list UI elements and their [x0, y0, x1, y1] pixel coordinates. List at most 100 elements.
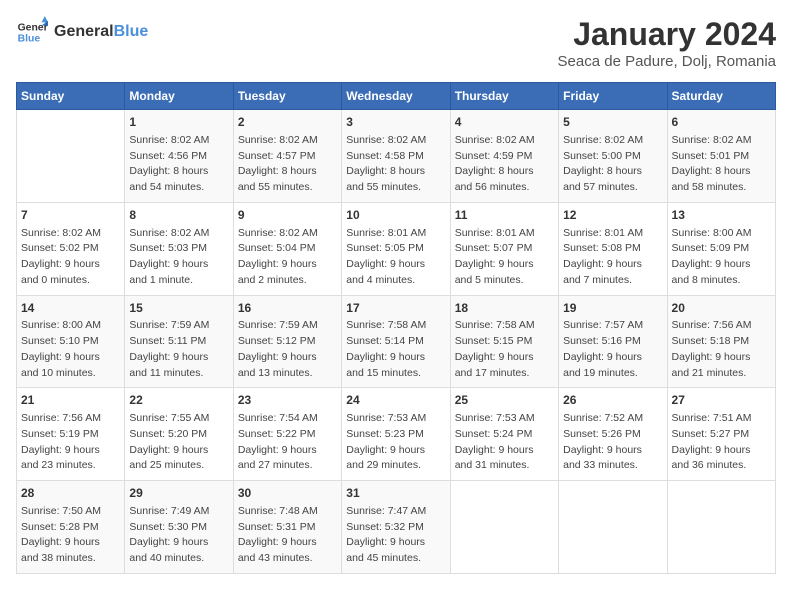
- day-cell: 18Sunrise: 7:58 AM Sunset: 5:15 PM Dayli…: [450, 295, 558, 388]
- day-cell: 29Sunrise: 7:49 AM Sunset: 5:30 PM Dayli…: [125, 481, 233, 574]
- day-info: Sunrise: 8:02 AM Sunset: 4:56 PM Dayligh…: [129, 133, 228, 196]
- day-cell: 14Sunrise: 8:00 AM Sunset: 5:10 PM Dayli…: [17, 295, 125, 388]
- day-cell: [17, 110, 125, 203]
- day-info: Sunrise: 7:51 AM Sunset: 5:27 PM Dayligh…: [672, 411, 771, 474]
- day-cell: 31 Sunrise: 7:47 AM Sunset: 5:32 PM Dayli…: [342, 481, 450, 574]
- day-cell: 15Sunrise: 7:59 AM Sunset: 5:11 PM Dayli…: [125, 295, 233, 388]
- day-info: Sunrise: 7:59 AM Sunset: 5:11 PM Dayligh…: [129, 318, 228, 381]
- day-cell: 17Sunrise: 7:58 AM Sunset: 5:14 PM Dayli…: [342, 295, 450, 388]
- day-cell: [559, 481, 667, 574]
- day-info: Sunrise: 8:02 AM Sunset: 5:02 PM Dayligh…: [21, 226, 120, 289]
- title-block: January 2024 Seaca de Padure, Dolj, Roma…: [558, 16, 776, 70]
- day-number: 19: [563, 300, 662, 317]
- day-cell: 5Sunrise: 8:02 AM Sunset: 5:00 PM Daylig…: [559, 110, 667, 203]
- day-number: 1: [129, 114, 228, 131]
- day-info: Sunrise: 8:02 AM Sunset: 4:57 PM Dayligh…: [238, 133, 337, 196]
- day-number: 12: [563, 207, 662, 224]
- day-cell: 25 Sunrise: 7:53 AM Sunset: 5:24 PM Dayli…: [450, 388, 558, 481]
- day-number: 27: [672, 392, 771, 409]
- day-cell: 3Sunrise: 8:02 AM Sunset: 4:58 PM Daylig…: [342, 110, 450, 203]
- day-info: Sunrise: 7:53 AM Sunset: 5:23 PM Dayligh…: [346, 411, 445, 474]
- week-row-1: 1 Sunrise: 8:02 AM Sunset: 4:56 PM Daylig…: [17, 110, 776, 203]
- day-cell: [450, 481, 558, 574]
- day-cell: 27 Sunrise: 7:51 AM Sunset: 5:27 PM Dayli…: [667, 388, 775, 481]
- day-cell: 12 Sunrise: 8:01 AM Sunset: 5:08 PM Dayli…: [559, 202, 667, 295]
- day-number: 15: [129, 300, 228, 317]
- header-cell-friday: Friday: [559, 83, 667, 110]
- day-number: 5: [563, 114, 662, 131]
- week-row-2: 7 Sunrise: 8:02 AM Sunset: 5:02 PM Daylig…: [17, 202, 776, 295]
- day-info: Sunrise: 7:58 AM Sunset: 5:15 PM Dayligh…: [455, 318, 554, 381]
- day-info: Sunrise: 7:58 AM Sunset: 5:14 PM Dayligh…: [346, 318, 445, 381]
- header-cell-saturday: Saturday: [667, 83, 775, 110]
- day-info: Sunrise: 7:47 AM Sunset: 5:32 PM Dayligh…: [346, 504, 445, 567]
- day-number: 10: [346, 207, 445, 224]
- day-info: Sunrise: 7:56 AM Sunset: 5:19 PM Dayligh…: [21, 411, 120, 474]
- day-number: 30: [238, 485, 337, 502]
- day-cell: 4 Sunrise: 8:02 AM Sunset: 4:59 PM Daylig…: [450, 110, 558, 203]
- day-info: Sunrise: 7:53 AM Sunset: 5:24 PM Dayligh…: [455, 411, 554, 474]
- day-number: 7: [21, 207, 120, 224]
- calendar-table: SundayMondayTuesdayWednesdayThursdayFrid…: [16, 82, 776, 574]
- day-cell: 19Sunrise: 7:57 AM Sunset: 5:16 PM Dayli…: [559, 295, 667, 388]
- day-cell: 1 Sunrise: 8:02 AM Sunset: 4:56 PM Daylig…: [125, 110, 233, 203]
- day-cell: 23 Sunrise: 7:54 AM Sunset: 5:22 PM Dayli…: [233, 388, 341, 481]
- day-info: Sunrise: 8:02 AM Sunset: 5:01 PM Dayligh…: [672, 133, 771, 196]
- day-cell: 22Sunrise: 7:55 AM Sunset: 5:20 PM Dayli…: [125, 388, 233, 481]
- day-number: 20: [672, 300, 771, 317]
- day-number: 24: [346, 392, 445, 409]
- day-number: 25: [455, 392, 554, 409]
- day-info: Sunrise: 8:02 AM Sunset: 4:59 PM Dayligh…: [455, 133, 554, 196]
- logo-text: GeneralBlue: [54, 23, 148, 41]
- calendar-header: SundayMondayTuesdayWednesdayThursdayFrid…: [17, 83, 776, 110]
- day-number: 18: [455, 300, 554, 317]
- day-number: 4: [455, 114, 554, 131]
- logo-icon: General Blue: [16, 16, 48, 48]
- day-info: Sunrise: 8:02 AM Sunset: 5:04 PM Dayligh…: [238, 226, 337, 289]
- month-title: January 2024: [558, 16, 776, 53]
- logo: General Blue GeneralBlue: [16, 16, 148, 48]
- day-number: 31: [346, 485, 445, 502]
- day-info: Sunrise: 7:48 AM Sunset: 5:31 PM Dayligh…: [238, 504, 337, 567]
- calendar-body: 1 Sunrise: 8:02 AM Sunset: 4:56 PM Daylig…: [17, 110, 776, 574]
- day-info: Sunrise: 7:49 AM Sunset: 5:30 PM Dayligh…: [129, 504, 228, 567]
- day-number: 21: [21, 392, 120, 409]
- header-row: SundayMondayTuesdayWednesdayThursdayFrid…: [17, 83, 776, 110]
- day-number: 13: [672, 207, 771, 224]
- day-cell: 9 Sunrise: 8:02 AM Sunset: 5:04 PM Daylig…: [233, 202, 341, 295]
- logo-general: General: [54, 23, 114, 40]
- day-cell: 10 Sunrise: 8:01 AM Sunset: 5:05 PM Dayli…: [342, 202, 450, 295]
- svg-text:General: General: [18, 22, 48, 33]
- day-info: Sunrise: 7:52 AM Sunset: 5:26 PM Dayligh…: [563, 411, 662, 474]
- day-cell: 8Sunrise: 8:02 AM Sunset: 5:03 PM Daylig…: [125, 202, 233, 295]
- header-cell-wednesday: Wednesday: [342, 83, 450, 110]
- day-number: 22: [129, 392, 228, 409]
- day-info: Sunrise: 7:50 AM Sunset: 5:28 PM Dayligh…: [21, 504, 120, 567]
- day-number: 26: [563, 392, 662, 409]
- header-cell-sunday: Sunday: [17, 83, 125, 110]
- location-subtitle: Seaca de Padure, Dolj, Romania: [558, 53, 776, 70]
- day-info: Sunrise: 8:02 AM Sunset: 4:58 PM Dayligh…: [346, 133, 445, 196]
- day-cell: 21 Sunrise: 7:56 AM Sunset: 5:19 PM Dayli…: [17, 388, 125, 481]
- day-number: 11: [455, 207, 554, 224]
- day-cell: 13 Sunrise: 8:00 AM Sunset: 5:09 PM Dayli…: [667, 202, 775, 295]
- day-info: Sunrise: 8:01 AM Sunset: 5:07 PM Dayligh…: [455, 226, 554, 289]
- day-info: Sunrise: 7:56 AM Sunset: 5:18 PM Dayligh…: [672, 318, 771, 381]
- week-row-4: 21 Sunrise: 7:56 AM Sunset: 5:19 PM Dayli…: [17, 388, 776, 481]
- svg-text:Blue: Blue: [18, 34, 41, 45]
- header-cell-thursday: Thursday: [450, 83, 558, 110]
- day-number: 9: [238, 207, 337, 224]
- day-cell: 11 Sunrise: 8:01 AM Sunset: 5:07 PM Dayli…: [450, 202, 558, 295]
- logo-blue: Blue: [114, 23, 149, 40]
- day-info: Sunrise: 8:01 AM Sunset: 5:08 PM Dayligh…: [563, 226, 662, 289]
- day-cell: 26 Sunrise: 7:52 AM Sunset: 5:26 PM Dayli…: [559, 388, 667, 481]
- day-number: 28: [21, 485, 120, 502]
- day-info: Sunrise: 7:54 AM Sunset: 5:22 PM Dayligh…: [238, 411, 337, 474]
- day-cell: 20Sunrise: 7:56 AM Sunset: 5:18 PM Dayli…: [667, 295, 775, 388]
- day-number: 23: [238, 392, 337, 409]
- day-number: 8: [129, 207, 228, 224]
- day-info: Sunrise: 8:01 AM Sunset: 5:05 PM Dayligh…: [346, 226, 445, 289]
- day-cell: 2Sunrise: 8:02 AM Sunset: 4:57 PM Daylig…: [233, 110, 341, 203]
- week-row-3: 14Sunrise: 8:00 AM Sunset: 5:10 PM Dayli…: [17, 295, 776, 388]
- day-info: Sunrise: 8:00 AM Sunset: 5:09 PM Dayligh…: [672, 226, 771, 289]
